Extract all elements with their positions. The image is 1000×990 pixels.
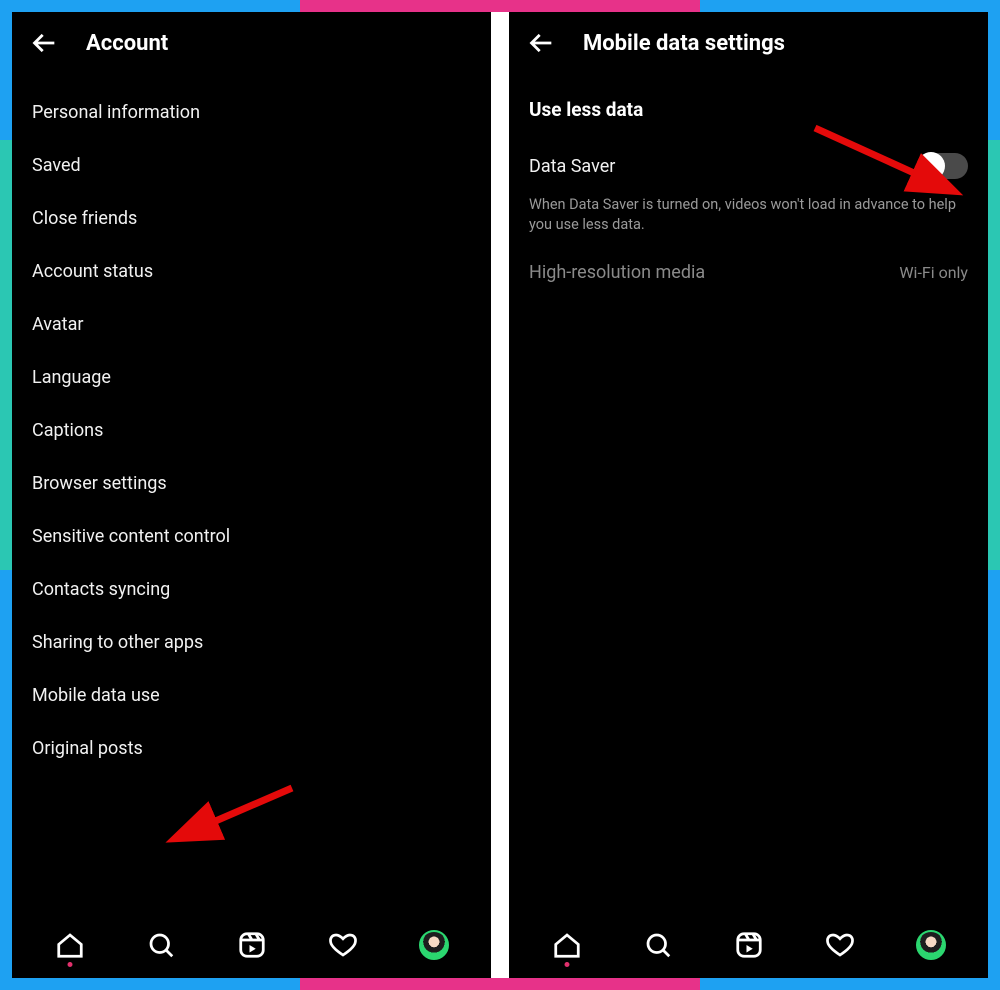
notification-dot xyxy=(67,962,72,967)
search-icon xyxy=(643,930,673,960)
nav-profile[interactable] xyxy=(416,927,452,963)
home-icon xyxy=(552,930,582,960)
account-screen: Account Personal informationSavedClose f… xyxy=(12,12,491,978)
nav-activity[interactable] xyxy=(822,927,858,963)
menu-item-account-status[interactable]: Account status xyxy=(32,245,471,298)
data-saver-row: Data Saver xyxy=(529,139,968,193)
nav-reels[interactable] xyxy=(234,927,270,963)
menu-item-sensitive-content-control[interactable]: Sensitive content control xyxy=(32,510,471,563)
toggle-knob xyxy=(917,152,945,180)
reels-icon xyxy=(237,930,267,960)
data-saver-label: Data Saver xyxy=(529,156,615,177)
bottom-nav xyxy=(12,918,491,978)
menu-item-avatar[interactable]: Avatar xyxy=(32,298,471,351)
heart-icon xyxy=(328,930,358,960)
mobile-data-content: Use less data Data Saver When Data Saver… xyxy=(509,70,988,918)
back-button[interactable] xyxy=(525,26,559,60)
menu-item-sharing-to-other-apps[interactable]: Sharing to other apps xyxy=(32,616,471,669)
menu-item-saved[interactable]: Saved xyxy=(32,139,471,192)
account-header: Account xyxy=(12,12,491,70)
notification-dot xyxy=(564,962,569,967)
high-resolution-media-row[interactable]: High-resolution media Wi-Fi only xyxy=(529,248,968,297)
nav-home[interactable] xyxy=(52,927,88,963)
bottom-nav xyxy=(509,918,988,978)
nav-profile[interactable] xyxy=(913,927,949,963)
high-resolution-media-value: Wi-Fi only xyxy=(899,263,968,282)
section-title: Use less data xyxy=(529,86,968,139)
data-saver-toggle[interactable] xyxy=(918,153,968,179)
avatar-icon xyxy=(419,930,449,960)
arrow-left-icon xyxy=(528,29,556,57)
data-saver-description: When Data Saver is turned on, videos won… xyxy=(529,193,968,248)
reels-icon xyxy=(734,930,764,960)
page-title: Account xyxy=(86,31,168,56)
menu-item-close-friends[interactable]: Close friends xyxy=(32,192,471,245)
page-title: Mobile data settings xyxy=(583,31,785,56)
mobile-data-settings-screen: Mobile data settings Use less data Data … xyxy=(509,12,988,978)
nav-home[interactable] xyxy=(549,927,585,963)
nav-search[interactable] xyxy=(143,927,179,963)
menu-item-browser-settings[interactable]: Browser settings xyxy=(32,457,471,510)
search-icon xyxy=(146,930,176,960)
menu-item-captions[interactable]: Captions xyxy=(32,404,471,457)
home-icon xyxy=(55,930,85,960)
heart-icon xyxy=(825,930,855,960)
avatar-icon xyxy=(916,930,946,960)
high-resolution-media-label: High-resolution media xyxy=(529,262,705,283)
menu-item-original-posts[interactable]: Original posts xyxy=(32,722,471,775)
arrow-left-icon xyxy=(31,29,59,57)
menu-item-contacts-syncing[interactable]: Contacts syncing xyxy=(32,563,471,616)
menu-item-mobile-data-use[interactable]: Mobile data use xyxy=(32,669,471,722)
mobile-data-header: Mobile data settings xyxy=(509,12,988,70)
menu-item-language[interactable]: Language xyxy=(32,351,471,404)
nav-reels[interactable] xyxy=(731,927,767,963)
account-menu: Personal informationSavedClose friendsAc… xyxy=(12,70,491,918)
nav-activity[interactable] xyxy=(325,927,361,963)
nav-search[interactable] xyxy=(640,927,676,963)
menu-item-personal-information[interactable]: Personal information xyxy=(32,86,471,139)
back-button[interactable] xyxy=(28,26,62,60)
